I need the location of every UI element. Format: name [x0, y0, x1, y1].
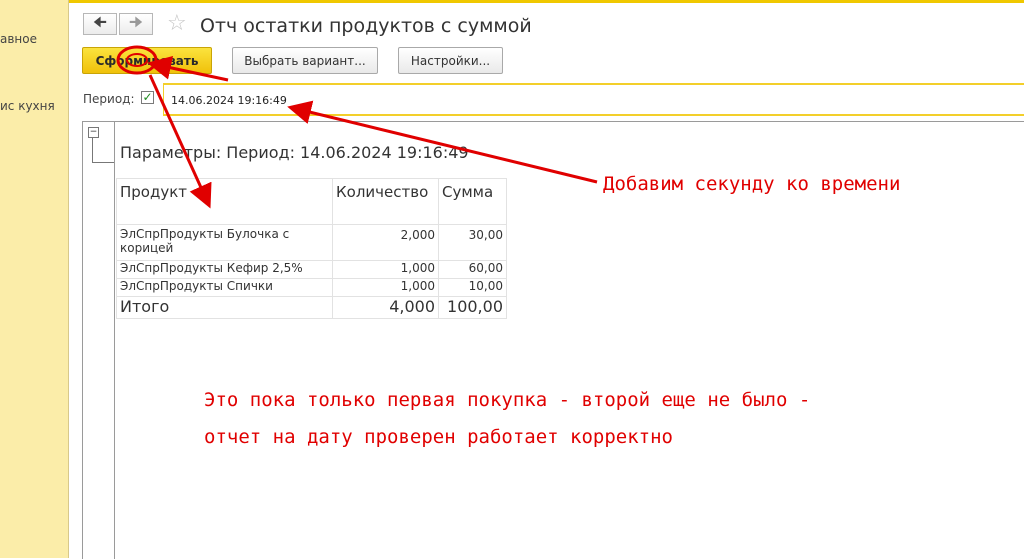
arrow-to-product-column: [148, 74, 212, 209]
arrow-to-generate-button: [147, 56, 229, 82]
annotation-arrows: [116, 45, 598, 209]
arrow-to-period-field: [287, 100, 598, 184]
highlight-circle-inner: [126, 53, 148, 67]
highlight-circle: [116, 45, 158, 75]
